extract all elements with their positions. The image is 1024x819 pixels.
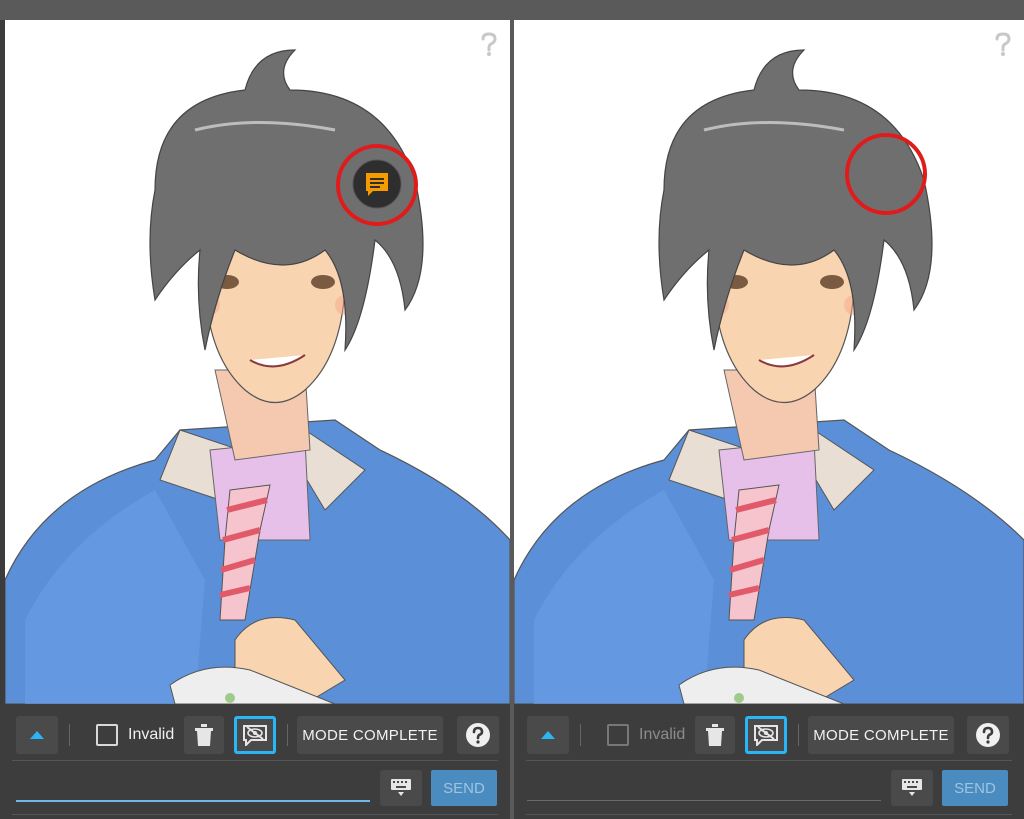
delete-button[interactable] [184,716,224,754]
right-screen: Invalid MODE COMPLETE SEND [514,0,1024,819]
toolbar-divider [12,760,498,761]
status-bar [514,0,1024,20]
help-button[interactable] [457,716,499,754]
triangle-up-icon [541,731,555,739]
keyboard-button[interactable] [380,770,422,806]
toolbar-separator [287,724,288,746]
bottom-toolbar: Invalid MODE COMPLETE SEND [0,704,510,819]
invalid-label: Invalid [639,726,686,743]
toolbar-separator [798,724,799,746]
question-mark-icon[interactable] [994,32,1012,58]
toolbar-separator [580,724,581,746]
invalid-checkbox[interactable]: Invalid [96,722,174,748]
keyboard-icon [902,779,922,796]
expand-button[interactable] [527,716,569,754]
left-screen: Invalid MODE COMPLETE SEND [0,0,510,819]
toolbar-bottom-line [12,814,498,815]
hide-comments-button[interactable] [745,716,787,754]
illustration [5,49,510,704]
mode-complete-button[interactable]: MODE COMPLETE [808,716,954,754]
toolbar-bottom-line [526,814,1012,815]
send-button[interactable]: SEND [942,770,1008,806]
invalid-checkbox[interactable]: Invalid [607,722,685,748]
checkbox-box[interactable] [96,724,118,746]
triangle-up-icon [30,731,44,739]
help-circle-icon [466,723,490,747]
comment-input[interactable] [527,800,881,801]
eye-off-comment-icon [754,725,778,746]
keyboard-icon [391,779,411,796]
eye-off-comment-icon [243,725,267,746]
mode-complete-button[interactable]: MODE COMPLETE [297,716,443,754]
bottom-toolbar: Invalid MODE COMPLETE SEND [514,704,1024,819]
help-circle-icon [976,723,1000,747]
image-canvas[interactable] [5,20,510,704]
send-button[interactable]: SEND [431,770,497,806]
keyboard-button[interactable] [891,770,933,806]
expand-button[interactable] [16,716,58,754]
trash-icon [195,724,213,746]
trash-icon [706,724,724,746]
comment-input[interactable] [16,800,370,802]
help-button[interactable] [967,716,1009,754]
illustration [514,49,1024,704]
comment-marker[interactable] [333,142,421,228]
invalid-label: Invalid [128,726,175,743]
toolbar-separator [69,724,70,746]
question-mark-icon[interactable] [480,32,498,58]
image-canvas[interactable] [514,20,1024,704]
delete-button[interactable] [695,716,735,754]
toolbar-divider [526,760,1012,761]
checkbox-box[interactable] [607,724,629,746]
hide-comments-button[interactable] [234,716,276,754]
status-bar [0,0,510,20]
